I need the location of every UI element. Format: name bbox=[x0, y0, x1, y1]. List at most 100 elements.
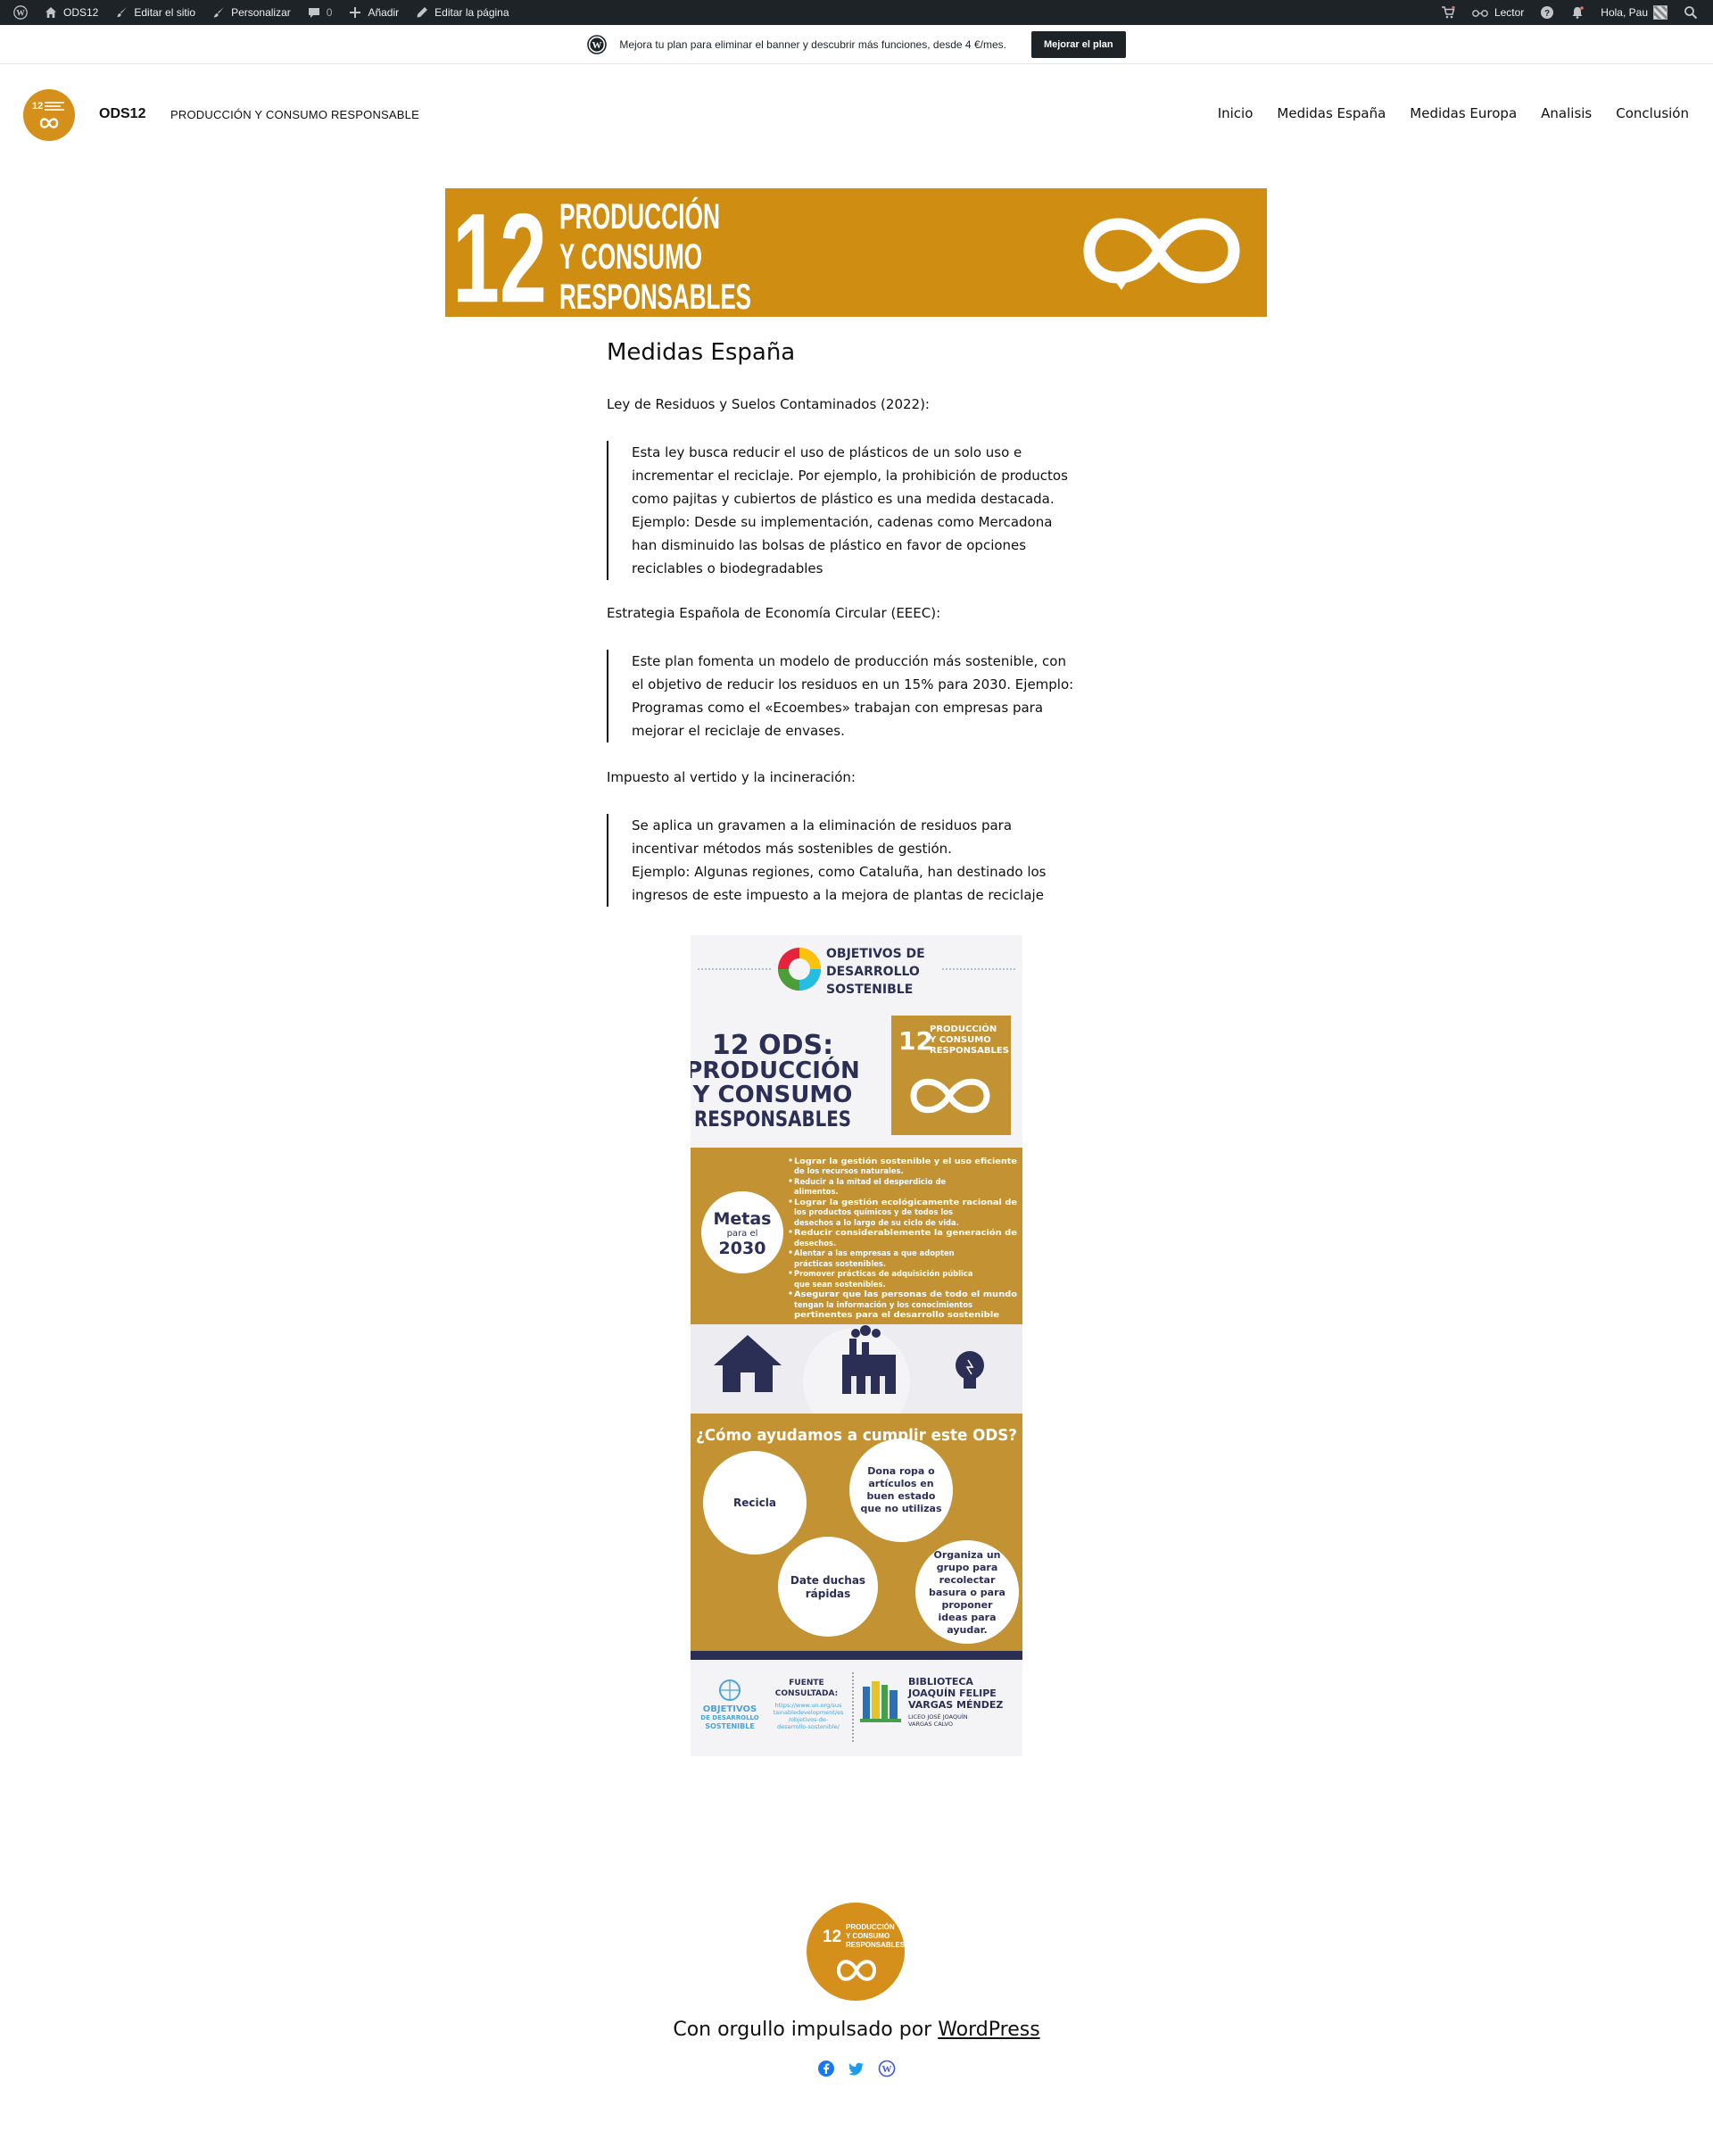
quote-line: reciclables o biodegradables bbox=[632, 560, 823, 576]
edit-page-label: Editar la página bbox=[434, 6, 509, 19]
nav-item-inicio[interactable]: Inicio bbox=[1218, 105, 1254, 121]
wordpress-icon[interactable]: W bbox=[878, 2060, 896, 2077]
reader-link[interactable]: Lector bbox=[1463, 0, 1532, 25]
svg-text:12: 12 bbox=[32, 101, 43, 112]
brush-icon bbox=[114, 5, 128, 20]
bell-icon bbox=[1570, 5, 1585, 20]
tip-text: Date duchas bbox=[790, 1574, 865, 1587]
tip-circle-organize: Organiza un grupo para recolectar basura… bbox=[915, 1540, 1019, 1644]
ods-footer-line: DE DESARROLLO bbox=[700, 1714, 758, 1721]
customize-label: Personalizar bbox=[231, 6, 291, 19]
customize-link[interactable]: Personalizar bbox=[203, 0, 299, 25]
twitter-icon[interactable] bbox=[848, 2060, 865, 2077]
account-menu[interactable]: Hola, Pau bbox=[1593, 0, 1676, 25]
help-icon: ? bbox=[1540, 5, 1554, 20]
metas-para: para el bbox=[727, 1229, 758, 1239]
nav-item-analisis[interactable]: Analisis bbox=[1541, 105, 1592, 121]
goal-line: desechos a lo largo de su ciclo de vida. bbox=[794, 1218, 959, 1227]
facebook-icon[interactable] bbox=[817, 2060, 835, 2077]
footer-logo-line: PRODUCCIÓN bbox=[846, 1923, 895, 1931]
quote-line: Ejemplo: Desde su implementación, cadena… bbox=[632, 514, 1053, 530]
badge-line: Y CONSUMO bbox=[929, 1035, 991, 1045]
add-new-menu[interactable]: Añadir bbox=[340, 0, 407, 25]
un-emblem-icon bbox=[719, 1679, 741, 1701]
section-heading-eeec: Estrategia Española de Economía Circular… bbox=[607, 605, 941, 621]
comments-count: 0 bbox=[326, 6, 333, 19]
comments-link[interactable]: 0 bbox=[299, 0, 341, 25]
site-title[interactable]: ODS12 bbox=[99, 106, 145, 122]
infographic-title-line: RESPONSABLES bbox=[694, 1107, 851, 1132]
badge-line: PRODUCCIÓN bbox=[930, 1023, 997, 1034]
tip-text: Recicla bbox=[733, 1497, 776, 1509]
page-title: Medidas España bbox=[607, 339, 796, 366]
hero-line-1: PRODUCCIÓN bbox=[559, 195, 720, 236]
edit-site-link[interactable]: Editar el sitio bbox=[106, 0, 203, 25]
wordpress-logo-icon: W bbox=[587, 34, 608, 54]
tip-circle-recycle: Recicla bbox=[703, 1451, 807, 1555]
school-line: LICEO JOSÉ JOAQUÍN bbox=[908, 1712, 968, 1721]
tip-text: artículos en bbox=[868, 1478, 933, 1489]
library-books-icon bbox=[860, 1681, 901, 1722]
goal-line: Asegurar que las personas de todo el mun… bbox=[794, 1289, 1017, 1298]
infographic-title-line: PRODUCCIÓN bbox=[691, 1056, 860, 1084]
goal-line: Reducir considerablemente la generación … bbox=[794, 1228, 1017, 1237]
wordpress-link[interactable]: WordPress bbox=[938, 2019, 1039, 2041]
blockquote-eeec: Este plan fomenta un modelo de producció… bbox=[607, 650, 1088, 742]
tip-text: Organiza un bbox=[934, 1549, 1001, 1561]
goal-line: Reducir a la mitad el desperdicio de bbox=[794, 1177, 946, 1186]
svg-text:W: W bbox=[592, 40, 602, 51]
section-heading-impuesto: Impuesto al vertido y la incineración: bbox=[607, 769, 856, 785]
svg-text:W: W bbox=[16, 9, 25, 19]
nav-item-medidas-europa[interactable]: Medidas Europa bbox=[1410, 105, 1517, 121]
quote-line: como pajitas y cubiertos de plástico es … bbox=[632, 491, 1055, 507]
infinity-arrow-icon bbox=[1083, 218, 1240, 290]
edit-page-link[interactable]: Editar la página bbox=[407, 0, 517, 25]
quote-line: Se aplica un gravamen a la eliminación d… bbox=[632, 817, 1013, 833]
footer-logo-line: RESPONSABLES bbox=[846, 1941, 905, 1949]
site-logo[interactable]: 12 bbox=[23, 89, 75, 141]
search-icon bbox=[1684, 5, 1698, 20]
upgrade-plan-button[interactable]: Mejorar el plan bbox=[1030, 30, 1126, 58]
cart-link[interactable] bbox=[1433, 0, 1463, 25]
ods-footer-line: OBJETIVOS bbox=[703, 1704, 757, 1714]
quote-line: Ejemplo: Algunas regiones, como Cataluña… bbox=[632, 864, 1047, 880]
help-link[interactable]: ? bbox=[1532, 0, 1562, 25]
upgrade-banner-text: Mejora tu plan para eliminar el banner y… bbox=[619, 37, 1006, 51]
tip-circle-showers: Date duchas rápidas bbox=[778, 1537, 878, 1637]
social-links: W bbox=[0, 2060, 1713, 2077]
quote-line: mejorar el reciclaje de envases. bbox=[632, 723, 845, 739]
infographic-header-line: DESARROLLO bbox=[826, 965, 920, 979]
upgrade-banner: W Mejora tu plan para eliminar el banner… bbox=[0, 25, 1713, 64]
avatar bbox=[1653, 5, 1667, 20]
quote-line: Esta ley busca reducir el uso de plástic… bbox=[632, 444, 1022, 460]
wordpress-menu[interactable]: W bbox=[5, 0, 36, 25]
main-navigation: Inicio Medidas España Medidas Europa Ana… bbox=[1218, 105, 1689, 121]
quote-line: Programas como el «Ecoembes» trabajan co… bbox=[632, 700, 1044, 716]
quote-line: incentivar métodos más sostenibles de ge… bbox=[632, 841, 952, 857]
fuente-url: /objetivos-de- bbox=[789, 1716, 829, 1723]
infographic-header-line: SOSTENIBLE bbox=[826, 983, 913, 997]
tip-text: buen estado bbox=[867, 1490, 936, 1502]
sdg12-banner-image: 12 PRODUCCIÓN Y CONSUMO RESPONSABLES bbox=[445, 188, 1267, 317]
site-name-menu[interactable]: ODS12 bbox=[36, 0, 106, 25]
footer-logo[interactable]: 12 PRODUCCIÓN Y CONSUMO RESPONSABLES bbox=[807, 1903, 905, 2001]
nav-item-medidas-espana[interactable]: Medidas España bbox=[1277, 105, 1386, 121]
search-link[interactable] bbox=[1676, 0, 1706, 25]
sdg-wheel-icon bbox=[778, 948, 821, 991]
goal-line: Lograr la gestión ecológicamente raciona… bbox=[794, 1198, 1017, 1207]
hero-number: 12 bbox=[452, 188, 547, 317]
ods-footer-line: SOSTENIBLE bbox=[705, 1722, 755, 1730]
goal-line: que sean sostenibles. bbox=[794, 1280, 886, 1289]
tip-text: grupo para bbox=[937, 1562, 998, 1573]
site-name-label: ODS12 bbox=[63, 6, 99, 19]
paintbrush-icon bbox=[211, 5, 226, 20]
tip-text: recolectar bbox=[939, 1574, 996, 1586]
tip-text: ayudar. bbox=[947, 1624, 987, 1636]
goal-line: alimentos. bbox=[794, 1187, 839, 1196]
wordpress-logo-icon: W bbox=[13, 5, 28, 20]
add-new-label: Añadir bbox=[368, 6, 400, 19]
nav-item-conclusion[interactable]: Conclusión bbox=[1616, 105, 1689, 121]
goal-line: desechos. bbox=[794, 1239, 836, 1248]
notifications-link[interactable] bbox=[1562, 0, 1593, 25]
quote-line: han disminuido las bolsas de plástico en… bbox=[632, 537, 1027, 553]
